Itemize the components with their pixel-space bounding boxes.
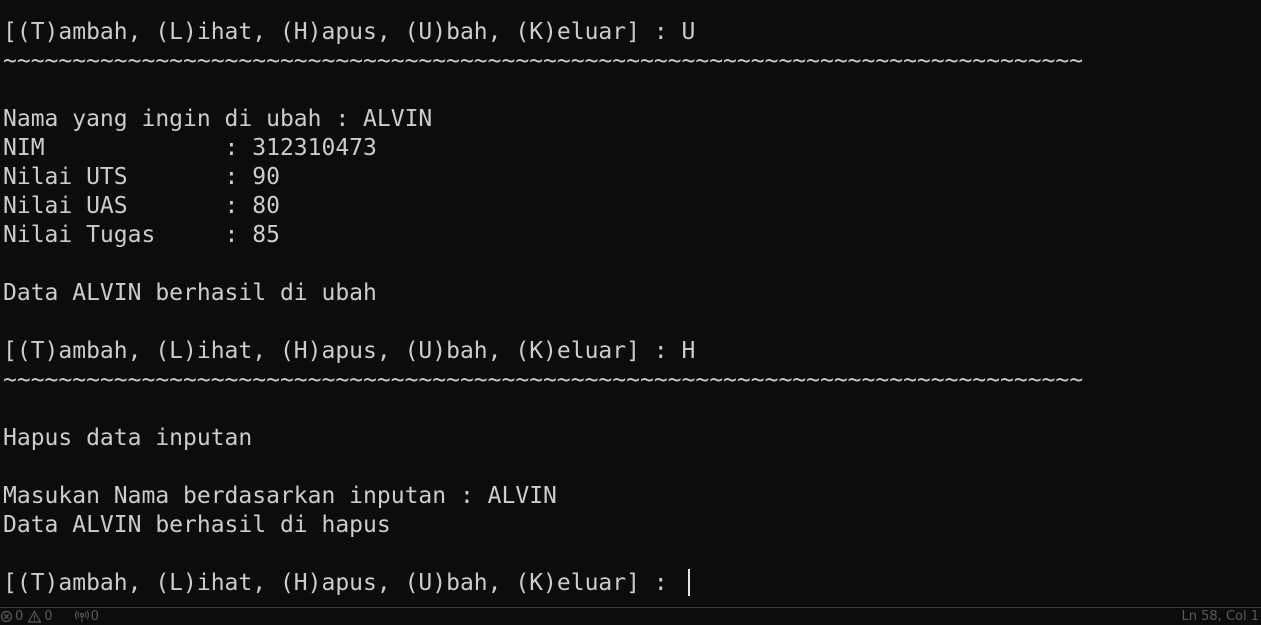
text-cursor	[687, 569, 690, 596]
terminal-line: Masukan Nama berdasarkan inputan : ALVIN	[3, 483, 557, 509]
terminal-line: NIM : 312310473	[3, 135, 377, 161]
terminal-line: Nilai UTS : 90	[3, 164, 280, 190]
terminal-separator: ~~~~~~~~~~~~~~~~~~~~~~~~~~~~~~~~~~~~~~~~…	[3, 48, 1084, 74]
terminal-line: Data ALVIN berhasil di hapus	[3, 512, 391, 538]
warning-count: 0	[44, 609, 53, 624]
ports-count: 0	[90, 609, 99, 624]
status-bar: 0 0 0 Ln 58, Col 1	[0, 607, 1261, 625]
terminal-line: [(T)ambah, (L)ihat, (H)apus, (U)bah, (K)…	[3, 338, 696, 364]
warning-icon	[27, 610, 42, 623]
terminal-output[interactable]: [(T)ambah, (L)ihat, (H)apus, (U)bah, (K)…	[0, 0, 1261, 607]
terminal-line: Nilai UAS : 80	[3, 193, 280, 219]
terminal-line: Data ALVIN berhasil di ubah	[3, 280, 377, 306]
ports-icon	[74, 610, 89, 622]
cursor-position[interactable]: Ln 58, Col 1	[1182, 608, 1259, 625]
terminal-line: Hapus data inputan	[3, 425, 253, 451]
terminal-line: Nilai Tugas : 85	[3, 222, 280, 248]
error-icon	[0, 610, 13, 623]
problems-indicator[interactable]: 0 0	[0, 608, 53, 625]
terminal-prompt-line[interactable]: [(T)ambah, (L)ihat, (H)apus, (U)bah, (K)…	[3, 569, 690, 598]
ports-indicator[interactable]: 0	[74, 608, 99, 625]
error-count: 0	[15, 609, 24, 624]
terminal-prompt: [(T)ambah, (L)ihat, (H)apus, (U)bah, (K)…	[3, 570, 682, 596]
terminal-separator: ~~~~~~~~~~~~~~~~~~~~~~~~~~~~~~~~~~~~~~~~…	[3, 367, 1084, 393]
terminal-line: Nama yang ingin di ubah : ALVIN	[3, 106, 433, 132]
terminal-line: [(T)ambah, (L)ihat, (H)apus, (U)bah, (K)…	[3, 19, 696, 45]
